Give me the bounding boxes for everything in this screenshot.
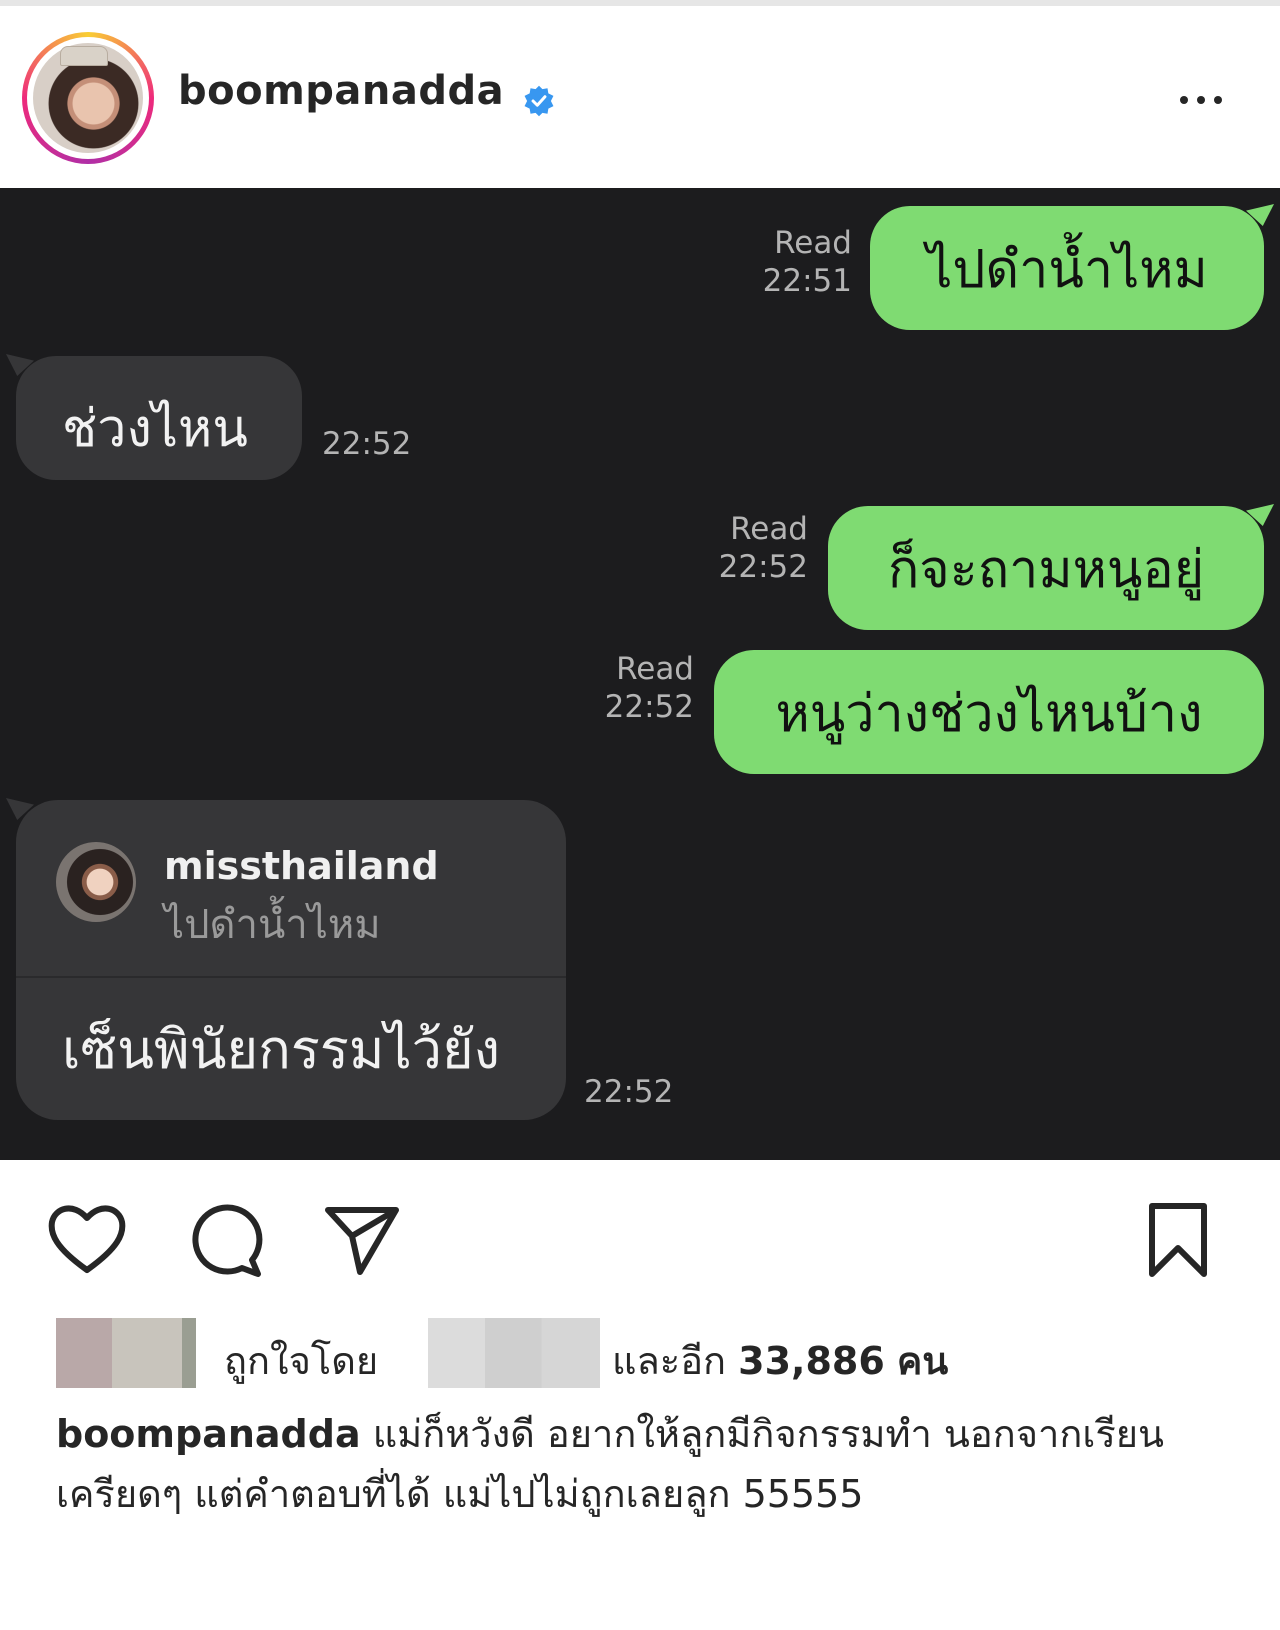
liker-name-redacted [428, 1318, 600, 1388]
read-receipt: Read 22:51 [720, 224, 852, 300]
post-image-chat-screenshot: Read 22:51 ไปดำน้ำไหม ช่วงไหน 22:52 Read… [0, 188, 1280, 1160]
post-caption: boompanadda แม่ก็หวังดี อยากให้ลูกมีกิจก… [56, 1404, 1216, 1524]
message-time: 22:52 [604, 689, 694, 725]
post-header: boompanadda [0, 6, 1280, 188]
comment-icon[interactable] [186, 1202, 264, 1280]
likes-summary[interactable]: ถูกใจโดย และอีก 33,886 คน [56, 1318, 1236, 1388]
outgoing-message: หนูว่างช่วงไหนบ้าง [714, 650, 1264, 774]
liker-avatars-redacted [56, 1318, 196, 1388]
people-label: คน [896, 1339, 949, 1383]
bookmark-icon[interactable] [1146, 1202, 1210, 1278]
message-time: 22:52 [322, 426, 412, 462]
message-time: 22:52 [718, 549, 808, 585]
read-status: Read [730, 511, 808, 547]
message-text: เซ็นพินัยกรรมไว้ยัง [62, 1018, 500, 1081]
outgoing-message: ไปดำน้ำไหม [870, 204, 1274, 330]
message-time: 22:51 [762, 263, 852, 299]
incoming-reply-message: missthailand ไปดำน้ำไหม เซ็นพินัยกรรมไว้… [6, 798, 566, 1120]
reply-avatar [56, 842, 136, 922]
message-text: ไปดำน้ำไหม [926, 239, 1208, 300]
caption-username[interactable]: boompanadda [56, 1412, 361, 1456]
message-text: ช่วงไหน [62, 399, 248, 459]
read-status: Read [774, 225, 852, 261]
read-status: Read [616, 651, 694, 687]
heart-icon[interactable] [46, 1202, 128, 1276]
verified-badge-icon [524, 85, 554, 117]
outgoing-message: ก็จะถามหนูอยู่ [828, 504, 1274, 630]
reply-sender-name: missthailand [164, 844, 439, 888]
like-count: 33,886 [738, 1339, 885, 1383]
message-time: 22:52 [584, 1074, 674, 1110]
and-others-label: และอีก [612, 1339, 727, 1383]
reply-divider [16, 976, 566, 978]
liked-by-label: ถูกใจโดย [224, 1339, 379, 1383]
send-icon[interactable] [322, 1200, 402, 1280]
post-username[interactable]: boompanadda [178, 68, 504, 114]
incoming-message: ช่วงไหน [6, 354, 302, 480]
profile-avatar[interactable] [22, 32, 154, 164]
message-text: หนูว่างช่วงไหนบ้าง [775, 683, 1203, 744]
post-action-bar [0, 1160, 1280, 1277]
message-text: ก็จะถามหนูอยู่ [887, 539, 1205, 600]
more-options-icon[interactable] [1172, 86, 1230, 114]
reply-quoted-text: ไปดำน้ำไหม [164, 902, 381, 948]
read-receipt: Read 22:52 [562, 650, 694, 726]
read-receipt: Read 22:52 [676, 510, 808, 586]
